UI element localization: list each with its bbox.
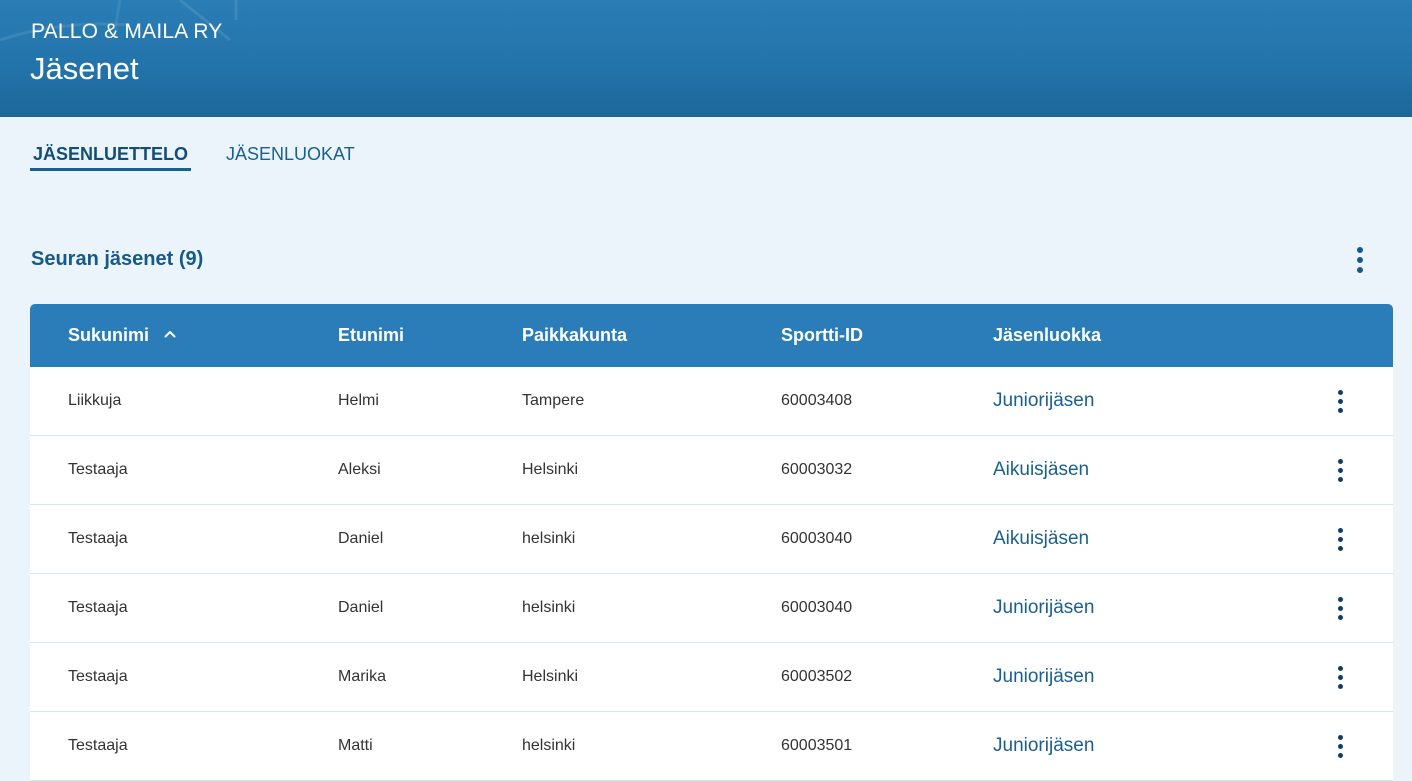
- table-row: Testaaja Matti helsinki 60003501 Juniori…: [30, 712, 1393, 781]
- table-row: Testaaja Marika Helsinki 60003502 Junior…: [30, 643, 1393, 712]
- cell-etunimi: Matti: [338, 737, 373, 754]
- table-header: Sukunimi Etunimi Paikkakunta Sportti-ID …: [30, 304, 1393, 367]
- cell-sportti-id: 60003040: [781, 530, 853, 547]
- section-title: Seuran jäsenet (9): [31, 248, 204, 270]
- member-class-link[interactable]: Juniorijäsen: [993, 643, 1094, 711]
- cell-sukunimi: Testaaja: [68, 668, 128, 685]
- column-header-jasenluokka[interactable]: Jäsenluokka: [993, 304, 1101, 367]
- cell-sukunimi: Liikkuja: [68, 392, 122, 409]
- member-class-link[interactable]: Juniorijäsen: [993, 712, 1094, 780]
- cell-etunimi: Daniel: [338, 599, 384, 616]
- table-row: Testaaja Daniel helsinki 60003040 Junior…: [30, 574, 1393, 643]
- cell-etunimi: Aleksi: [338, 461, 381, 478]
- column-header-label: Sukunimi: [68, 325, 150, 345]
- page-title: Jäsenet: [30, 51, 139, 86]
- organization-name: PALLO & MAILA RY: [31, 20, 223, 43]
- member-class-link[interactable]: Juniorijäsen: [993, 367, 1094, 435]
- member-class-link[interactable]: Juniorijäsen: [993, 574, 1094, 642]
- cell-paikkakunta: helsinki: [522, 599, 576, 616]
- column-header-sukunimi[interactable]: Sukunimi: [68, 304, 176, 367]
- cell-sukunimi: Testaaja: [68, 737, 128, 754]
- members-table: Sukunimi Etunimi Paikkakunta Sportti-ID …: [30, 304, 1393, 781]
- table-row: Liikkuja Helmi Tampere 60003408 Juniorij…: [30, 367, 1393, 436]
- cell-paikkakunta: Helsinki: [522, 461, 579, 478]
- cell-sportti-id: 60003502: [781, 668, 853, 685]
- more-vertical-icon[interactable]: [1327, 453, 1353, 487]
- table-row: Testaaja Aleksi Helsinki 60003032 Aikuis…: [30, 436, 1393, 505]
- cell-paikkakunta: Helsinki: [522, 668, 579, 685]
- cell-sportti-id: 60003408: [781, 392, 853, 409]
- column-header-etunimi[interactable]: Etunimi: [338, 304, 404, 367]
- page-header: PALLO & MAILA RY Jäsenet: [0, 0, 1412, 117]
- cell-paikkakunta: helsinki: [522, 737, 576, 754]
- more-vertical-icon[interactable]: [1327, 384, 1353, 418]
- tab-member-list[interactable]: JÄSENLUETTELO: [30, 144, 192, 171]
- cell-paikkakunta: helsinki: [522, 530, 576, 547]
- more-vertical-icon[interactable]: [1327, 591, 1353, 625]
- cell-etunimi: Helmi: [338, 392, 379, 409]
- column-header-paikkakunta[interactable]: Paikkakunta: [522, 304, 627, 367]
- cell-sukunimi: Testaaja: [68, 530, 128, 547]
- more-vertical-icon[interactable]: [1327, 522, 1353, 556]
- more-vertical-icon[interactable]: [1346, 243, 1374, 277]
- cell-etunimi: Daniel: [338, 530, 384, 547]
- cell-sportti-id: 60003032: [781, 461, 853, 478]
- member-class-link[interactable]: Aikuisjäsen: [993, 505, 1089, 573]
- column-header-sportti-id[interactable]: Sportti-ID: [781, 304, 863, 367]
- member-class-link[interactable]: Aikuisjäsen: [993, 436, 1089, 504]
- cell-sukunimi: Testaaja: [68, 599, 128, 616]
- more-vertical-icon[interactable]: [1327, 729, 1353, 763]
- table-row: Testaaja Daniel helsinki 60003040 Aikuis…: [30, 505, 1393, 574]
- cell-sportti-id: 60003501: [781, 737, 853, 754]
- cell-paikkakunta: Tampere: [522, 392, 585, 409]
- cell-sportti-id: 60003040: [781, 599, 853, 616]
- tab-member-classes[interactable]: JÄSENLUOKAT: [223, 144, 358, 168]
- more-vertical-icon[interactable]: [1327, 660, 1353, 694]
- cell-etunimi: Marika: [338, 668, 387, 685]
- cell-sukunimi: Testaaja: [68, 461, 128, 478]
- chevron-up-icon: [164, 331, 176, 338]
